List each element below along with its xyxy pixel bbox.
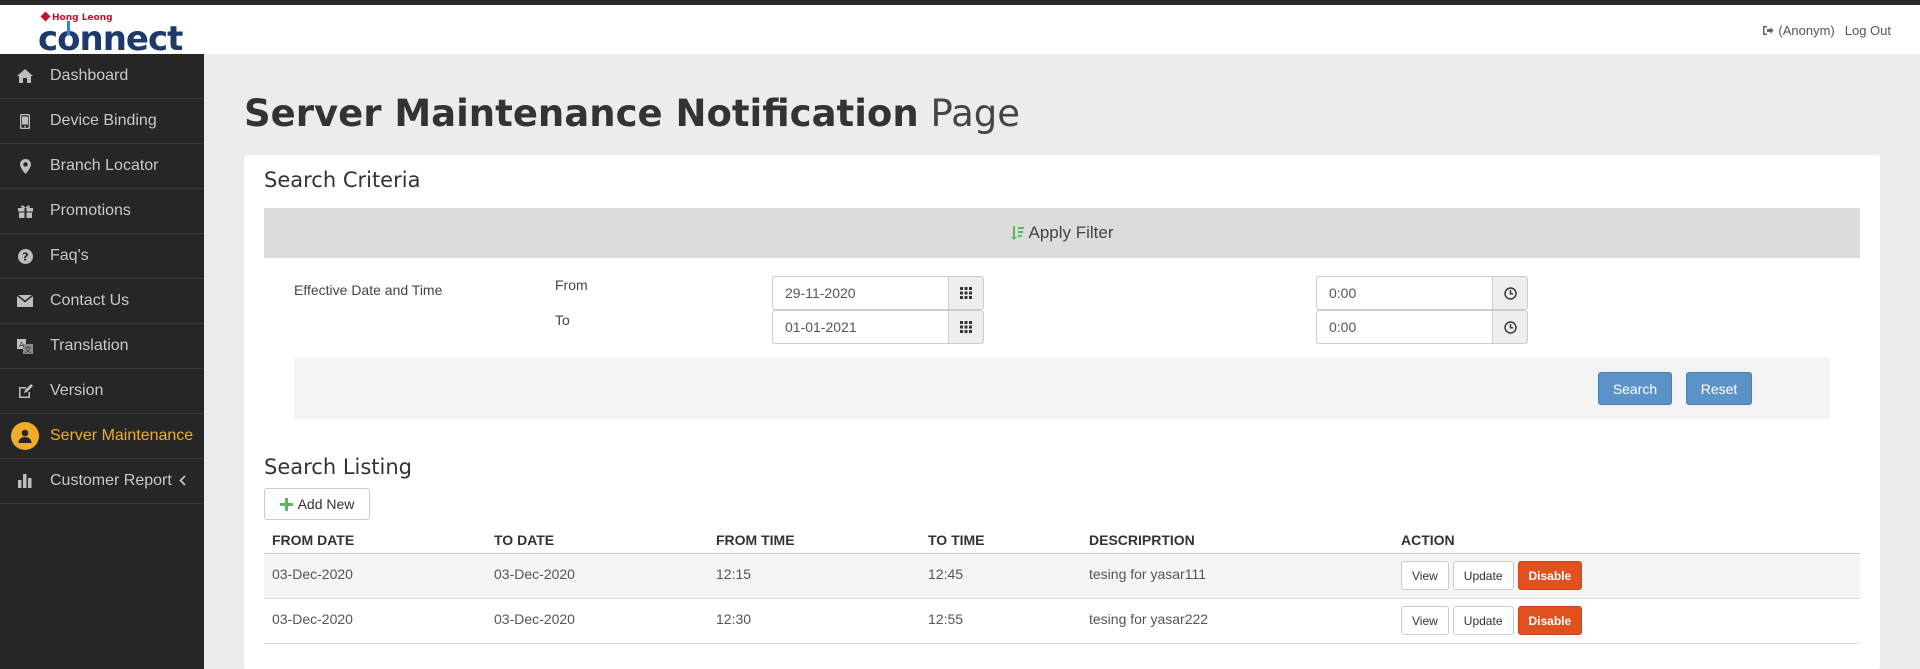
user-area: (Anonym) Log Out <box>1762 23 1891 38</box>
view-button[interactable]: View <box>1401 606 1449 635</box>
effective-date-time-label: Effective Date and Time <box>294 282 443 298</box>
add-new-button[interactable]: Add New <box>264 488 370 520</box>
to-label: To <box>555 312 570 328</box>
view-button[interactable]: View <box>1401 561 1449 590</box>
envelope-icon <box>0 295 50 307</box>
update-button[interactable]: Update <box>1452 561 1514 590</box>
table-header: FROM DATE TO DATE FROM TIME TO TIME DESC… <box>264 524 1860 554</box>
content-panel: Search Criteria Apply Filter Effective D… <box>244 155 1880 669</box>
from-label: From <box>555 277 588 293</box>
translate-icon: A文 <box>0 338 50 354</box>
reset-button[interactable]: Reset <box>1686 372 1752 405</box>
sidebar-item-faqs[interactable]: ? Faq's <box>0 234 204 279</box>
sign-out-icon <box>1763 26 1774 35</box>
sidebar-item-contact-us[interactable]: Contact Us <box>0 279 204 324</box>
apply-filter-bar[interactable]: Apply Filter <box>264 208 1860 258</box>
logout-link[interactable]: Log Out <box>1845 23 1891 38</box>
sidebar-item-server-maintenance[interactable]: Server Maintenance <box>0 414 204 459</box>
row-actions: View Update Disable <box>1401 561 1583 590</box>
disable-button[interactable]: Disable <box>1517 606 1583 635</box>
sidebar-item-device-binding[interactable]: Device Binding <box>0 99 204 144</box>
map-marker-icon <box>0 158 50 174</box>
col-action: ACTION <box>1401 532 1455 548</box>
top-header: (Anonym) Log Out <box>204 5 1920 54</box>
clock-icon[interactable] <box>1492 276 1528 310</box>
plus-icon <box>279 497 293 511</box>
sidebar-item-version[interactable]: Version <box>0 369 204 414</box>
question-circle-icon: ? <box>0 248 50 264</box>
table-row: 03-Dec-2020 03-Dec-2020 12:15 12:45 tesi… <box>264 554 1860 599</box>
col-description: DESCRIPRTION <box>1089 532 1195 548</box>
calendar-icon[interactable] <box>948 276 984 310</box>
sidebar-item-customer-report[interactable]: Customer Report <box>0 459 204 504</box>
calendar-icon[interactable] <box>948 310 984 344</box>
col-to-date: TO DATE <box>494 532 555 548</box>
from-time-group <box>1316 276 1528 310</box>
update-button[interactable]: Update <box>1452 606 1514 635</box>
disable-button[interactable]: Disable <box>1517 561 1583 590</box>
edit-icon <box>0 383 50 399</box>
col-from-time: FROM TIME <box>716 532 795 548</box>
to-time-group <box>1316 310 1528 344</box>
gift-icon <box>0 204 50 218</box>
from-date-group <box>772 276 984 310</box>
to-date-group <box>772 310 984 344</box>
username: (Anonym) <box>1778 23 1835 38</box>
listing-table: FROM DATE TO DATE FROM TIME TO TIME DESC… <box>264 524 1860 644</box>
home-icon <box>0 69 50 83</box>
col-from-date: FROM DATE <box>272 532 355 548</box>
search-button[interactable]: Search <box>1598 372 1672 405</box>
sidebar-item-promotions[interactable]: Promotions <box>0 189 204 234</box>
sidebar: Dashboard Device Binding Branch Locator … <box>0 54 204 669</box>
bar-chart-icon <box>0 474 50 488</box>
chevron-left-icon <box>179 473 186 489</box>
to-date-input[interactable] <box>772 310 948 344</box>
mobile-icon <box>0 113 50 129</box>
search-actions-bar: Search Reset <box>294 358 1830 419</box>
logo-wordmark: connect <box>38 19 183 59</box>
col-to-time: TO TIME <box>928 532 985 548</box>
sidebar-item-branch-locator[interactable]: Branch Locator <box>0 144 204 189</box>
search-criteria-title: Search Criteria <box>264 168 421 192</box>
page-title: Server Maintenance Notification Page <box>244 92 1021 135</box>
svg-text:?: ? <box>22 250 28 263</box>
svg-text:A: A <box>19 341 24 349</box>
from-time-input[interactable] <box>1316 276 1492 310</box>
logo[interactable]: Hong Leong connect <box>0 5 204 59</box>
sidebar-item-dashboard[interactable]: Dashboard <box>0 54 204 99</box>
table-row: 03-Dec-2020 03-Dec-2020 12:30 12:55 tesi… <box>264 599 1860 644</box>
row-actions: View Update Disable <box>1401 606 1583 635</box>
user-icon <box>0 422 50 450</box>
svg-text:文: 文 <box>25 345 32 354</box>
sidebar-item-translation[interactable]: A文 Translation <box>0 324 204 369</box>
sort-filter-icon <box>1011 226 1025 240</box>
to-time-input[interactable] <box>1316 310 1492 344</box>
from-date-input[interactable] <box>772 276 948 310</box>
search-listing-title: Search Listing <box>264 455 413 479</box>
clock-icon[interactable] <box>1492 310 1528 344</box>
